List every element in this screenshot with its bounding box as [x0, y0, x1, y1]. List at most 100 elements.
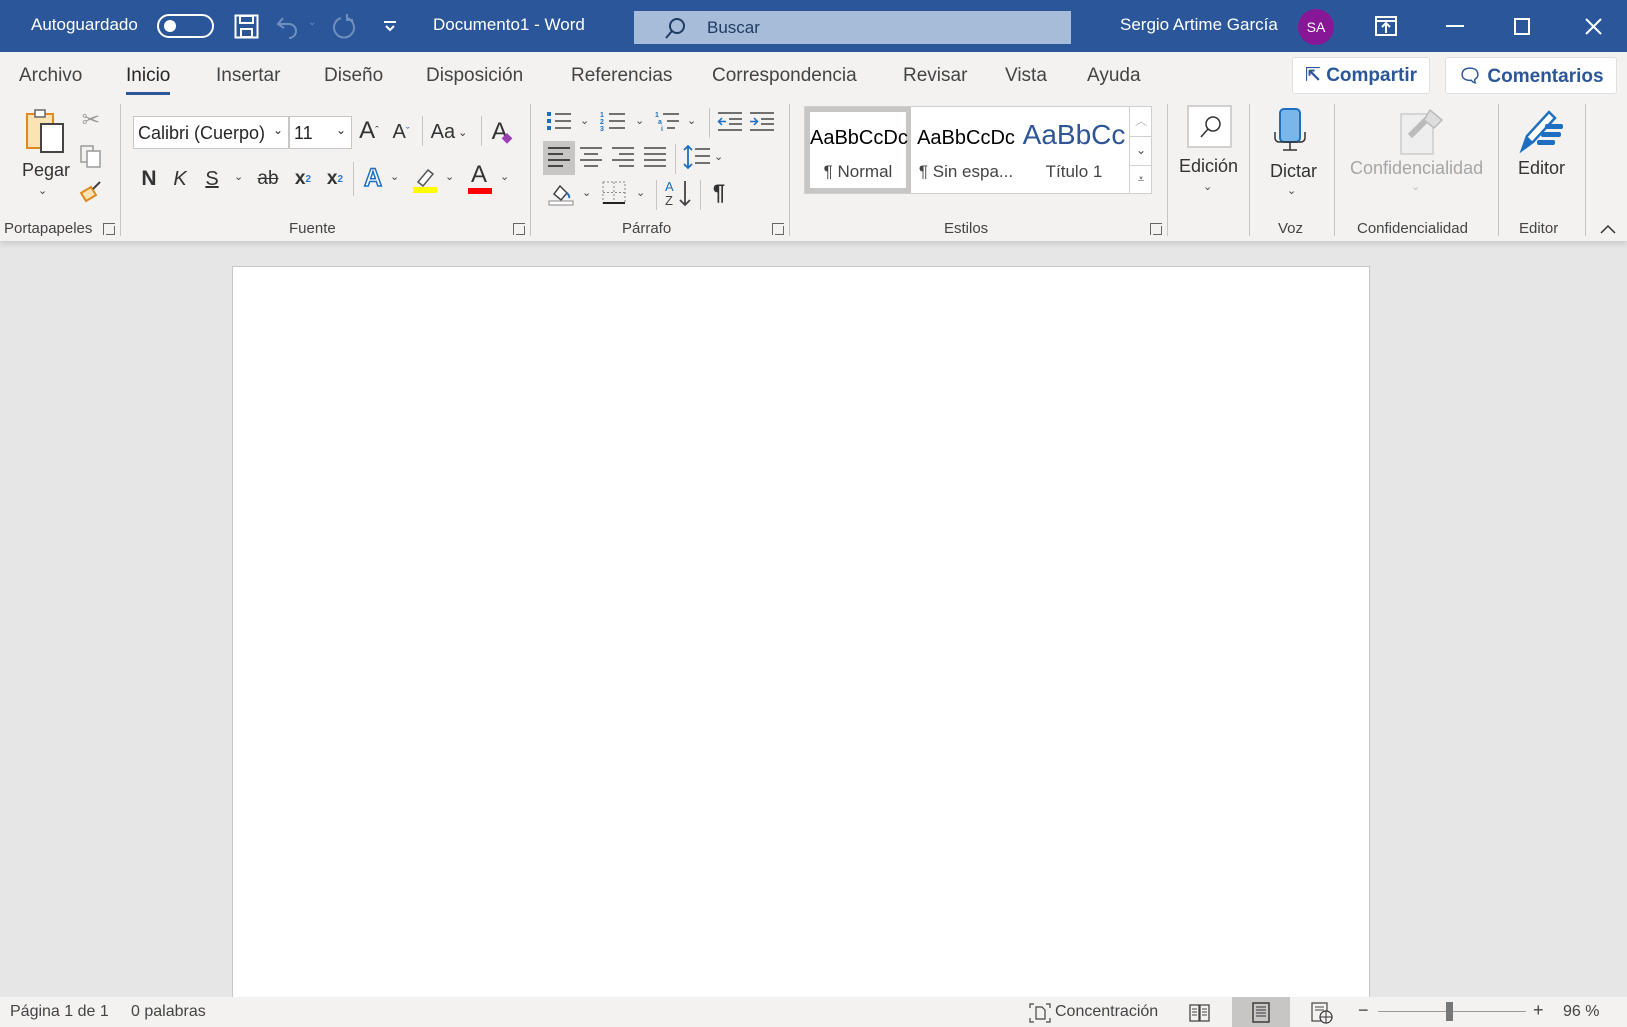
styles-launcher-icon[interactable] [1150, 223, 1162, 235]
tab-disposicion[interactable]: Disposición [426, 65, 523, 87]
user-name[interactable]: Sergio Artime García [1120, 15, 1278, 35]
line-spacing-dropdown-icon[interactable]: ⌄ [714, 150, 723, 163]
search-box[interactable]: Buscar [634, 11, 1071, 44]
read-mode-icon[interactable] [1189, 1003, 1211, 1023]
font-size-select[interactable]: 11 ⌄ [289, 116, 352, 149]
justify-icon[interactable] [643, 146, 667, 168]
document-page[interactable] [232, 266, 1370, 1006]
highlight-icon[interactable] [412, 164, 438, 194]
undo-icon[interactable] [275, 14, 303, 39]
editor-icon[interactable] [1517, 106, 1567, 154]
bullets-dropdown-icon[interactable]: ⌄ [580, 114, 589, 127]
text-effects-icon[interactable]: A [360, 162, 386, 194]
tab-referencias[interactable]: Referencias [571, 65, 672, 87]
strikethrough-button[interactable]: ab [254, 164, 282, 194]
copy-icon[interactable] [79, 144, 103, 168]
grow-font-icon[interactable]: Aˆ [356, 116, 382, 146]
sort-icon[interactable]: AZ [664, 178, 694, 208]
close-icon[interactable] [1585, 18, 1602, 35]
zoom-level[interactable]: 96 % [1563, 1003, 1599, 1021]
tab-correspondencia[interactable]: Correspondencia [712, 65, 857, 87]
clear-formatting-icon[interactable]: A ◆ [488, 116, 516, 148]
format-painter-icon[interactable] [78, 179, 104, 203]
save-icon[interactable] [234, 14, 259, 39]
decrease-indent-icon[interactable] [717, 110, 743, 132]
focus-mode-label[interactable]: Concentración [1055, 1003, 1158, 1021]
clipboard-launcher-icon[interactable] [103, 223, 115, 235]
share-button[interactable]: ⇱ Compartir [1292, 57, 1430, 94]
focus-mode-icon[interactable] [1029, 1003, 1051, 1023]
gallery-scroll-down-icon[interactable]: ⌄ [1129, 136, 1152, 165]
dictate-dropdown-icon[interactable]: ⌄ [1287, 184, 1296, 197]
minimize-icon[interactable] [1446, 25, 1464, 28]
autosave-toggle[interactable] [157, 14, 214, 38]
font-launcher-icon[interactable] [513, 223, 525, 235]
cut-icon[interactable]: ✂ [80, 107, 102, 132]
borders-dropdown-icon[interactable]: ⌄ [636, 186, 645, 199]
style-no-spacing[interactable]: AaBbCcDc ¶ Sin espa... [912, 107, 1020, 193]
borders-icon[interactable] [602, 181, 626, 205]
numbering-icon[interactable]: 123 [600, 110, 626, 132]
bullets-icon[interactable] [546, 110, 572, 132]
zoom-slider-thumb[interactable] [1446, 1002, 1453, 1021]
italic-button[interactable]: K [169, 164, 191, 194]
paste-dropdown-icon[interactable]: ⌄ [38, 184, 47, 197]
editing-button[interactable] [1187, 105, 1232, 148]
tab-vista[interactable]: Vista [1005, 65, 1047, 87]
tab-insertar[interactable]: Insertar [216, 65, 280, 87]
underline-button[interactable]: S [201, 164, 223, 194]
print-layout-icon[interactable] [1252, 1002, 1270, 1023]
dictate-label[interactable]: Dictar [1270, 161, 1317, 182]
superscript-icon[interactable]: x2 [324, 164, 346, 194]
paste-icon[interactable] [24, 108, 68, 154]
align-right-icon[interactable] [611, 146, 635, 168]
align-center-icon[interactable] [579, 146, 603, 168]
subscript-icon[interactable]: x2 [292, 164, 314, 194]
show-formatting-marks-button[interactable]: ¶ [708, 178, 730, 208]
paste-label[interactable]: Pegar [22, 160, 70, 181]
tab-inicio[interactable]: Inicio [126, 65, 171, 95]
page-count[interactable]: Página 1 de 1 [10, 1003, 109, 1021]
editing-dropdown-icon[interactable]: ⌄ [1203, 180, 1212, 193]
font-name-select[interactable]: Calibri (Cuerpo) ⌄ [133, 116, 289, 149]
style-heading-1[interactable]: AaBbCc Título 1 [1021, 107, 1127, 193]
shading-dropdown-icon[interactable]: ⌄ [582, 186, 591, 199]
font-color-icon[interactable]: A [466, 161, 492, 188]
zoom-in-button[interactable]: + [1533, 1000, 1544, 1021]
word-count[interactable]: 0 palabras [131, 1003, 206, 1021]
tab-archivo[interactable]: Archivo [19, 65, 82, 87]
zoom-out-button[interactable]: − [1358, 1000, 1369, 1021]
customize-quick-access-icon[interactable] [383, 20, 397, 32]
undo-dropdown-icon[interactable]: ⌄ [308, 17, 316, 28]
highlight-dropdown-icon[interactable]: ⌄ [445, 170, 454, 183]
collapse-ribbon-icon[interactable] [1600, 224, 1616, 234]
avatar[interactable]: SA [1298, 9, 1334, 45]
paragraph-launcher-icon[interactable] [772, 223, 784, 235]
comments-button[interactable]: 🗨 Comentarios [1445, 57, 1617, 94]
shading-icon[interactable] [548, 180, 574, 206]
tab-diseno[interactable]: Diseño [324, 65, 383, 87]
gallery-scroll-up-icon[interactable]: ︿ [1129, 107, 1152, 136]
tab-revisar[interactable]: Revisar [903, 65, 967, 87]
bold-button[interactable]: N [138, 164, 160, 194]
underline-dropdown-icon[interactable]: ⌄ [234, 170, 243, 183]
gallery-more-icon[interactable]: ⩡ [1129, 165, 1152, 193]
redo-icon[interactable] [333, 14, 359, 40]
increase-indent-icon[interactable] [749, 110, 775, 132]
editing-label[interactable]: Edición [1179, 156, 1238, 177]
editor-button-label[interactable]: Editor [1518, 158, 1565, 179]
maximize-icon[interactable] [1514, 18, 1530, 35]
multilevel-list-icon[interactable]: 1ai [655, 110, 681, 132]
ribbon-display-options-icon[interactable] [1375, 16, 1397, 36]
microphone-icon[interactable] [1272, 108, 1308, 156]
multilevel-dropdown-icon[interactable]: ⌄ [687, 114, 696, 127]
line-spacing-icon[interactable] [683, 144, 711, 170]
font-color-dropdown-icon[interactable]: ⌄ [500, 170, 509, 183]
text-effects-dropdown-icon[interactable]: ⌄ [390, 170, 399, 183]
web-layout-icon[interactable] [1311, 1002, 1333, 1024]
tab-ayuda[interactable]: Ayuda [1087, 65, 1141, 87]
numbering-dropdown-icon[interactable]: ⌄ [635, 114, 644, 127]
align-left-icon[interactable] [547, 146, 571, 168]
shrink-font-icon[interactable]: Aˇ [389, 118, 413, 146]
change-case-button[interactable]: Aa ⌄ [429, 117, 469, 147]
